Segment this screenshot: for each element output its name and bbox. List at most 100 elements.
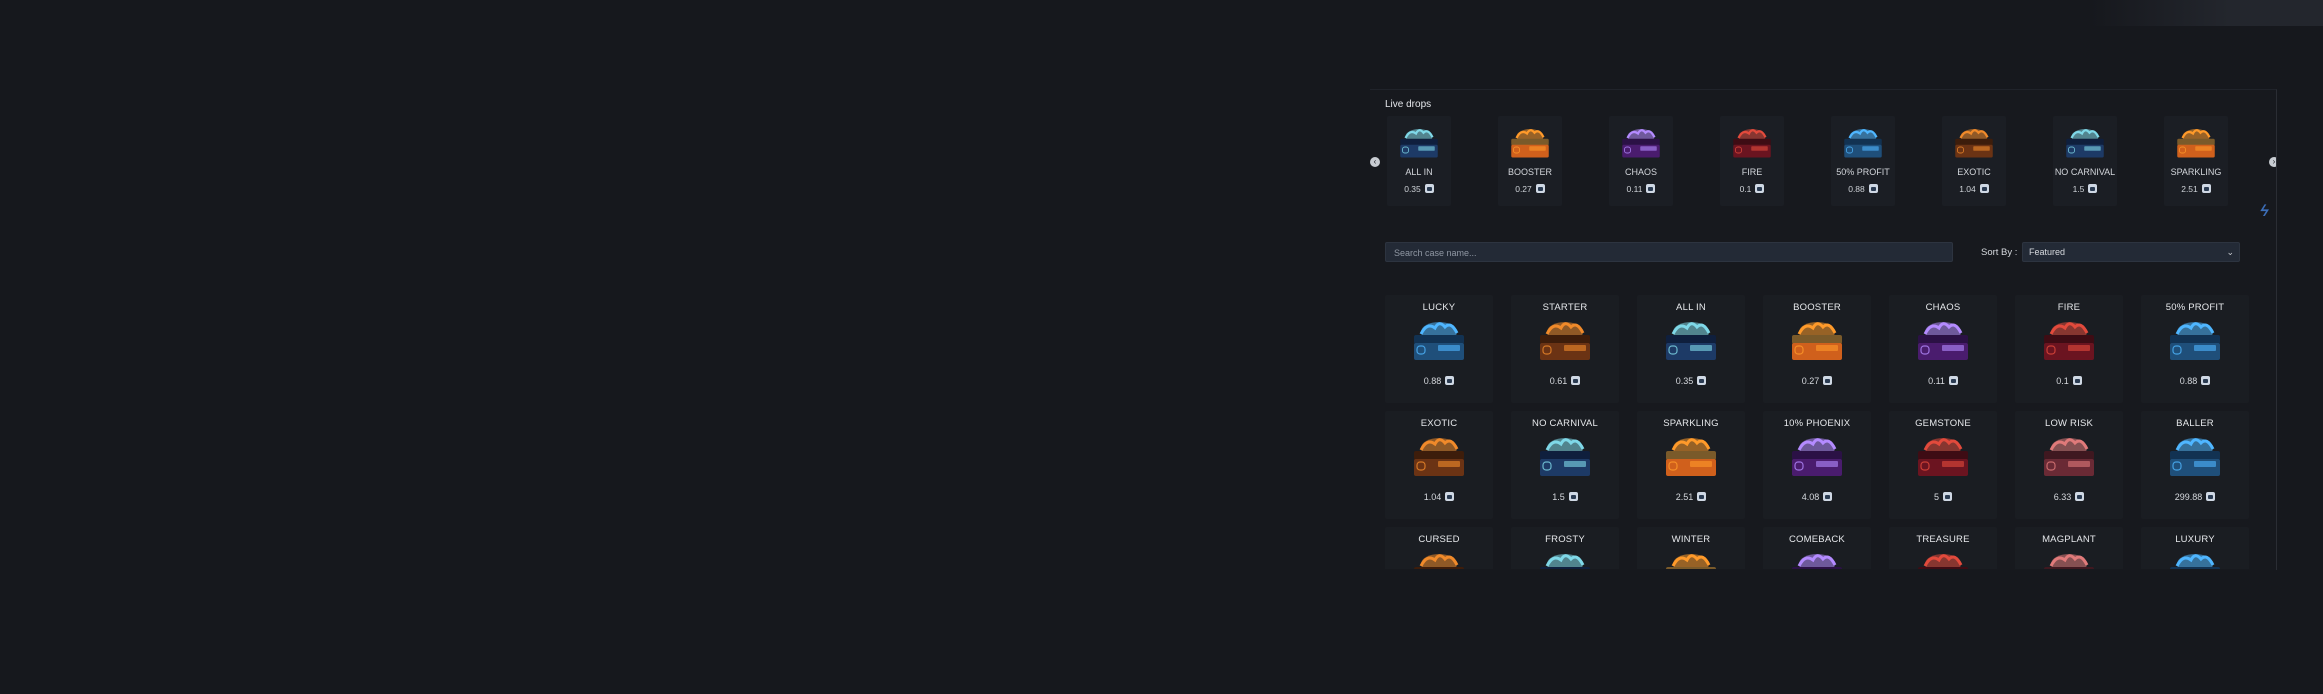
case-card[interactable]: LUXURY: [2141, 527, 2249, 569]
case-card[interactable]: CHAOS 0.11: [1889, 295, 1997, 403]
case-name: BALLER: [2176, 418, 2214, 429]
coin-icon: [1697, 376, 1707, 385]
chest-icon: [1414, 438, 1464, 476]
live-drop-price: 0.27: [1498, 184, 1562, 194]
chest-icon: [1622, 129, 1660, 158]
coin-icon: [1823, 492, 1833, 501]
case-name: NO CARNIVAL: [1532, 418, 1598, 429]
live-drop-name: SPARKLING: [2170, 167, 2222, 177]
case-name: 50% PROFIT: [2165, 302, 2225, 313]
live-drops-strip: ALL IN 0.35 BOOSTER 0.27 CHAOS 0.11 FIRE 0.1 50%…: [1387, 116, 2257, 206]
case-name: LUXURY: [2175, 534, 2215, 545]
case-name: 10% PHOENIX: [1783, 418, 1851, 429]
case-card[interactable]: BALLER 299.88: [2141, 411, 2249, 519]
chest-icon: [2177, 129, 2215, 158]
case-card[interactable]: ALL IN 0.35: [1637, 295, 1745, 403]
search-input[interactable]: Search case name...: [1385, 242, 1953, 262]
live-drop-name: EXOTIC: [1957, 167, 1991, 177]
case-price: 0.61: [1511, 376, 1619, 386]
case-name: FROSTY: [1545, 534, 1585, 545]
chevron-right-icon[interactable]: ›: [2269, 157, 2276, 167]
live-drop-item[interactable]: NO CARNIVAL 1.5: [2053, 116, 2117, 206]
live-drop-price: 0.35: [1387, 184, 1451, 194]
coin-icon: [2075, 492, 2085, 501]
chest-icon: [1918, 322, 1968, 360]
case-price: 0.35: [1637, 376, 1745, 386]
coin-icon: [2201, 184, 2211, 193]
case-card[interactable]: GEMSTONE 5: [1889, 411, 1997, 519]
live-drops-title: Live drops: [1385, 99, 1432, 110]
chest-icon: [1792, 554, 1842, 569]
chest-icon: [1414, 322, 1464, 360]
chevron-left-icon[interactable]: ‹: [1370, 157, 1380, 167]
case-price: 0.88: [2141, 376, 2249, 386]
case-card[interactable]: NO CARNIVAL 1.5: [1511, 411, 1619, 519]
live-drop-name: NO CARNIVAL: [2054, 167, 2116, 177]
case-name: COMEBACK: [1789, 534, 1845, 545]
case-card[interactable]: TREASURE: [1889, 527, 1997, 569]
live-drop-item[interactable]: FIRE 0.1: [1720, 116, 1784, 206]
live-drop-price: 2.51: [2164, 184, 2228, 194]
case-card[interactable]: EXOTIC 1.04: [1385, 411, 1493, 519]
live-drop-item[interactable]: CHAOS 0.11: [1609, 116, 1673, 206]
case-card[interactable]: MAGPLANT: [2015, 527, 2123, 569]
live-drop-price: 0.1: [1720, 184, 1784, 194]
chest-icon: [1844, 129, 1882, 158]
case-name: GEMSTONE: [1915, 418, 1971, 429]
case-name: WINTER: [1671, 534, 1711, 545]
case-card[interactable]: COMEBACK: [1763, 527, 1871, 569]
case-card[interactable]: LOW RISK 6.33: [2015, 411, 2123, 519]
chest-icon: [1666, 322, 1716, 360]
case-card[interactable]: 10% PHOENIX 4.08: [1763, 411, 1871, 519]
case-name: FIRE: [2057, 302, 2081, 313]
live-drop-item[interactable]: BOOSTER 0.27: [1498, 116, 1562, 206]
coin-icon: [1646, 184, 1656, 193]
live-drop-item[interactable]: 50% PROFIT 0.88: [1831, 116, 1895, 206]
live-drop-name: 50% PROFIT: [1836, 167, 1890, 177]
chest-icon: [2044, 322, 2094, 360]
coin-icon: [1868, 184, 1878, 193]
case-name: STARTER: [1542, 302, 1588, 313]
chest-icon: [1918, 438, 1968, 476]
case-card[interactable]: STARTER 0.61: [1511, 295, 1619, 403]
coin-icon: [1535, 184, 1545, 193]
live-drop-item[interactable]: SPARKLING 2.51: [2164, 116, 2228, 206]
top-bar-shade: [2090, 0, 2323, 26]
case-price: 0.1: [2015, 376, 2123, 386]
case-name: TREASURE: [1916, 534, 1970, 545]
chest-icon: [1918, 554, 1968, 569]
case-price: 5: [1889, 492, 1997, 502]
live-drop-item[interactable]: ALL IN 0.35: [1387, 116, 1451, 206]
case-price: 1.04: [1385, 492, 1493, 502]
case-price: 4.08: [1763, 492, 1871, 502]
coin-icon: [1571, 376, 1581, 385]
case-card[interactable]: FIRE 0.1: [2015, 295, 2123, 403]
case-name: SPARKLING: [1663, 418, 1719, 429]
case-card[interactable]: 50% PROFIT 0.88: [2141, 295, 2249, 403]
live-drop-item[interactable]: EXOTIC 1.04: [1942, 116, 2006, 206]
case-name: EXOTIC: [1420, 418, 1458, 429]
case-card[interactable]: CURSED: [1385, 527, 1493, 569]
coin-icon: [1943, 492, 1952, 501]
case-price: 0.88: [1385, 376, 1493, 386]
case-price: 2.51: [1637, 492, 1745, 502]
coin-icon: [1697, 492, 1707, 501]
chest-icon: [1511, 129, 1549, 158]
coin-icon: [1445, 492, 1455, 501]
case-card[interactable]: WINTER: [1637, 527, 1745, 569]
case-card[interactable]: FROSTY: [1511, 527, 1619, 569]
case-price: 0.11: [1889, 376, 1997, 386]
case-grid: LUCKY 0.88 STARTER 0.61 ALL IN 0.35 BOOSTER 0.2…: [1385, 295, 2253, 569]
case-card[interactable]: BOOSTER 0.27: [1763, 295, 1871, 403]
chest-icon: [1414, 554, 1464, 569]
chest-icon: [2066, 129, 2104, 158]
live-drop-name: BOOSTER: [1507, 167, 1552, 177]
chest-icon: [2170, 322, 2220, 360]
case-card[interactable]: LUCKY 0.88: [1385, 295, 1493, 403]
chest-icon: [1733, 129, 1771, 158]
coin-icon: [1979, 184, 1989, 193]
live-drop-name: CHAOS: [1624, 167, 1657, 177]
coin-icon: [2072, 376, 2082, 385]
case-card[interactable]: SPARKLING 2.51: [1637, 411, 1745, 519]
sort-select[interactable]: Featured ⌄: [2022, 242, 2240, 262]
